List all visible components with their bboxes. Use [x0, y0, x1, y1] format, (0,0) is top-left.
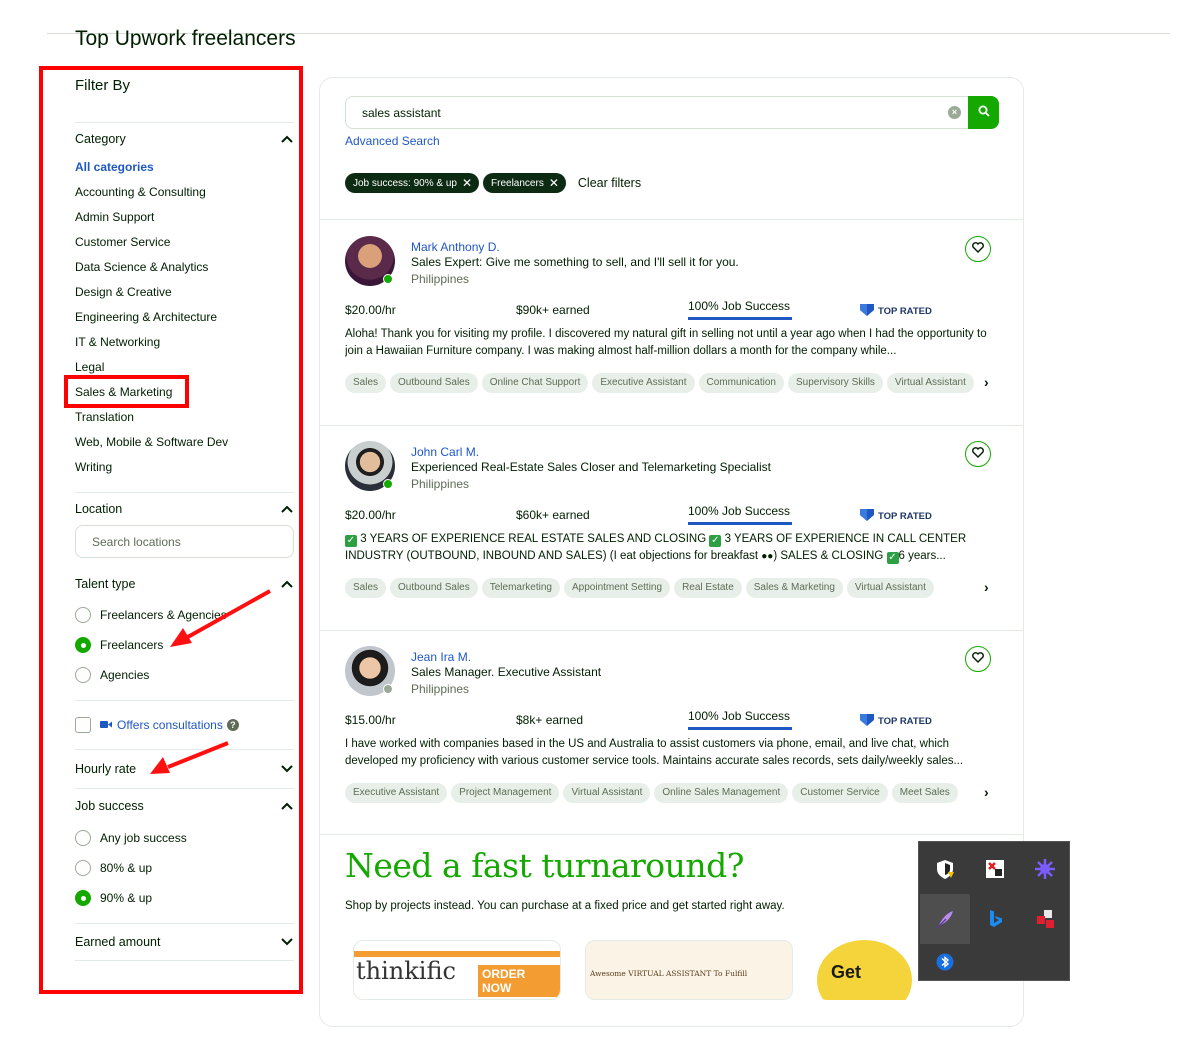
annotation-arrow-hourly-rate: [150, 741, 229, 774]
network-disconnected-icon[interactable]: [970, 844, 1020, 894]
bing-icon[interactable]: [970, 894, 1020, 944]
app-cubes-icon[interactable]: [1020, 894, 1070, 944]
system-tray-popup: [918, 841, 1070, 981]
feather-icon[interactable]: [920, 894, 970, 944]
gear-flower-icon[interactable]: [1020, 844, 1070, 894]
security-shield-icon[interactable]: [920, 844, 970, 894]
annotation-arrow-talent-type: [170, 589, 271, 647]
bluetooth-icon[interactable]: [920, 944, 970, 980]
